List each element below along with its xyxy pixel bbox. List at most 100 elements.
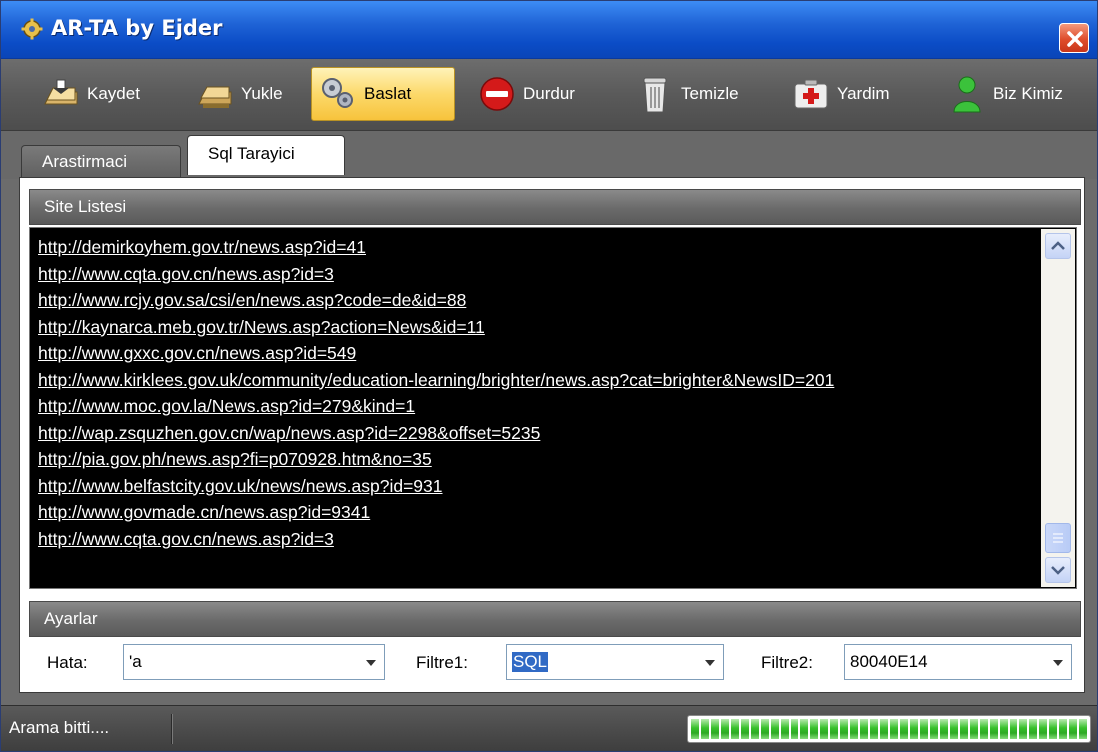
site-list-item[interactable]: http://www.moc.gov.la/News.asp?id=279&ki… xyxy=(38,393,1076,420)
progress-segment xyxy=(710,719,719,739)
progress-segment xyxy=(1029,719,1038,739)
progress-bar xyxy=(687,715,1091,743)
progress-segment xyxy=(870,719,879,739)
progress-fill xyxy=(691,719,1088,739)
progress-segment xyxy=(760,719,769,739)
stop-button[interactable]: Durdur xyxy=(471,67,581,121)
scroll-thumb[interactable] xyxy=(1045,523,1071,553)
site-list-item[interactable]: http://pia.gov.ph/news.asp?fi=p070928.ht… xyxy=(38,446,1076,473)
progress-segment xyxy=(691,719,699,739)
first-aid-icon xyxy=(794,79,828,109)
site-list[interactable]: http://demirkoyhem.gov.tr/news.asp?id=41… xyxy=(29,227,1077,589)
progress-segment xyxy=(1019,719,1028,739)
person-icon xyxy=(953,76,981,113)
progress-segment xyxy=(959,719,968,739)
site-list-item[interactable]: http://www.rcjy.gov.sa/csi/en/news.asp?c… xyxy=(38,287,1076,314)
progress-segment xyxy=(780,719,789,739)
progress-segment xyxy=(820,719,829,739)
progress-segment xyxy=(810,719,819,739)
clear-button-label: Temizle xyxy=(681,84,739,103)
status-bar: Arama bitti.... xyxy=(1,705,1097,751)
status-text: Arama bitti.... xyxy=(9,718,110,737)
site-list-item[interactable]: http://www.belfastcity.gov.uk/news/news.… xyxy=(38,473,1076,500)
progress-segment xyxy=(1059,719,1068,739)
window-title: AR-TA by Ejder xyxy=(51,16,223,40)
filter2-combo[interactable]: 80040E14 xyxy=(844,644,1072,680)
progress-segment xyxy=(840,719,849,739)
app-window: AR-TA by Ejder Kaydet Yukle Baslat Durdu… xyxy=(0,0,1098,752)
close-icon xyxy=(1067,31,1083,47)
progress-segment xyxy=(720,719,729,739)
start-button-label: Baslat xyxy=(364,84,412,103)
dropdown-arrow-icon xyxy=(705,660,715,666)
settings-header: Ayarlar xyxy=(29,601,1081,637)
progress-segment xyxy=(1009,719,1018,739)
stop-button-label: Durdur xyxy=(523,84,575,103)
progress-segment xyxy=(700,719,709,739)
progress-segment xyxy=(1069,719,1078,739)
close-button[interactable] xyxy=(1059,23,1089,53)
status-divider xyxy=(171,714,173,744)
clear-button[interactable]: Temizle xyxy=(629,67,745,121)
progress-segment xyxy=(929,719,938,739)
site-list-item[interactable]: http://www.cqta.gov.cn/news.asp?id=3 xyxy=(38,261,1076,288)
about-button[interactable]: Biz Kimiz xyxy=(941,67,1069,121)
progress-segment xyxy=(900,719,908,739)
progress-segment xyxy=(949,719,958,739)
progress-segment xyxy=(939,719,948,739)
help-button[interactable]: Yardim xyxy=(785,67,896,121)
progress-segment xyxy=(919,719,928,739)
site-list-item[interactable]: http://www.cqta.gov.cn/news.asp?id=3 xyxy=(38,526,1076,553)
progress-segment xyxy=(750,719,759,739)
site-list-item[interactable]: http://demirkoyhem.gov.tr/news.asp?id=41 xyxy=(38,234,1076,261)
progress-segment xyxy=(979,719,988,739)
load-icon xyxy=(198,86,232,108)
progress-segment xyxy=(999,719,1008,739)
progress-segment xyxy=(730,719,739,739)
start-button[interactable]: Baslat xyxy=(311,67,455,121)
progress-segment xyxy=(860,719,869,739)
dropdown-arrow-icon xyxy=(366,660,376,666)
chevron-up-icon xyxy=(1051,241,1065,250)
site-list-item[interactable]: http://kaynarca.meb.gov.tr/News.asp?acti… xyxy=(38,314,1076,341)
save-icon xyxy=(44,79,78,105)
toolbar: Kaydet Yukle Baslat Durdur Temizle Yardi… xyxy=(1,59,1097,131)
progress-segment xyxy=(989,719,998,739)
stop-icon xyxy=(480,77,514,111)
vertical-scrollbar[interactable] xyxy=(1041,229,1075,587)
trash-icon xyxy=(643,77,667,113)
progress-segment xyxy=(1049,719,1058,739)
tab-strip: Arastirmaci xyxy=(1,131,1097,179)
site-list-item[interactable]: http://wap.zsquzhen.gov.cn/wap/news.asp?… xyxy=(38,420,1076,447)
load-button[interactable]: Yukle xyxy=(189,67,289,121)
progress-segment xyxy=(790,719,799,739)
progress-segment xyxy=(850,719,859,739)
save-button[interactable]: Kaydet xyxy=(35,67,146,121)
load-button-label: Yukle xyxy=(241,84,283,103)
scroll-down-button[interactable] xyxy=(1045,557,1071,583)
filter1-label: Filtre1: xyxy=(416,653,468,672)
save-button-label: Kaydet xyxy=(87,84,140,103)
progress-segment xyxy=(770,719,779,739)
dropdown-arrow-icon xyxy=(1053,660,1063,666)
scroll-up-button[interactable] xyxy=(1045,233,1071,259)
title-bar[interactable]: AR-TA by Ejder xyxy=(1,1,1097,59)
tab-researcher[interactable]: Arastirmaci xyxy=(21,145,181,179)
app-gear-icon xyxy=(21,18,43,40)
about-button-label: Biz Kimiz xyxy=(993,84,1063,103)
progress-segment xyxy=(1079,719,1088,739)
site-list-item[interactable]: http://www.gxxc.gov.cn/news.asp?id=549 xyxy=(38,340,1076,367)
filter1-combo[interactable]: SQL xyxy=(506,644,724,680)
help-button-label: Yardim xyxy=(837,84,890,103)
error-combo[interactable]: 'a xyxy=(123,644,385,680)
tab-sql-scanner[interactable]: Sql Tarayici xyxy=(187,135,345,175)
error-value: 'a xyxy=(129,652,142,671)
progress-segment xyxy=(880,719,889,739)
site-list-item[interactable]: http://www.govmade.cn/news.asp?id=9341 xyxy=(38,499,1076,526)
progress-segment xyxy=(890,719,899,739)
progress-segment xyxy=(800,719,809,739)
gears-icon xyxy=(322,78,353,108)
site-list-item[interactable]: http://www.kirklees.gov.uk/community/edu… xyxy=(38,367,1076,394)
filter2-value: 80040E14 xyxy=(850,652,928,671)
progress-segment xyxy=(830,719,839,739)
